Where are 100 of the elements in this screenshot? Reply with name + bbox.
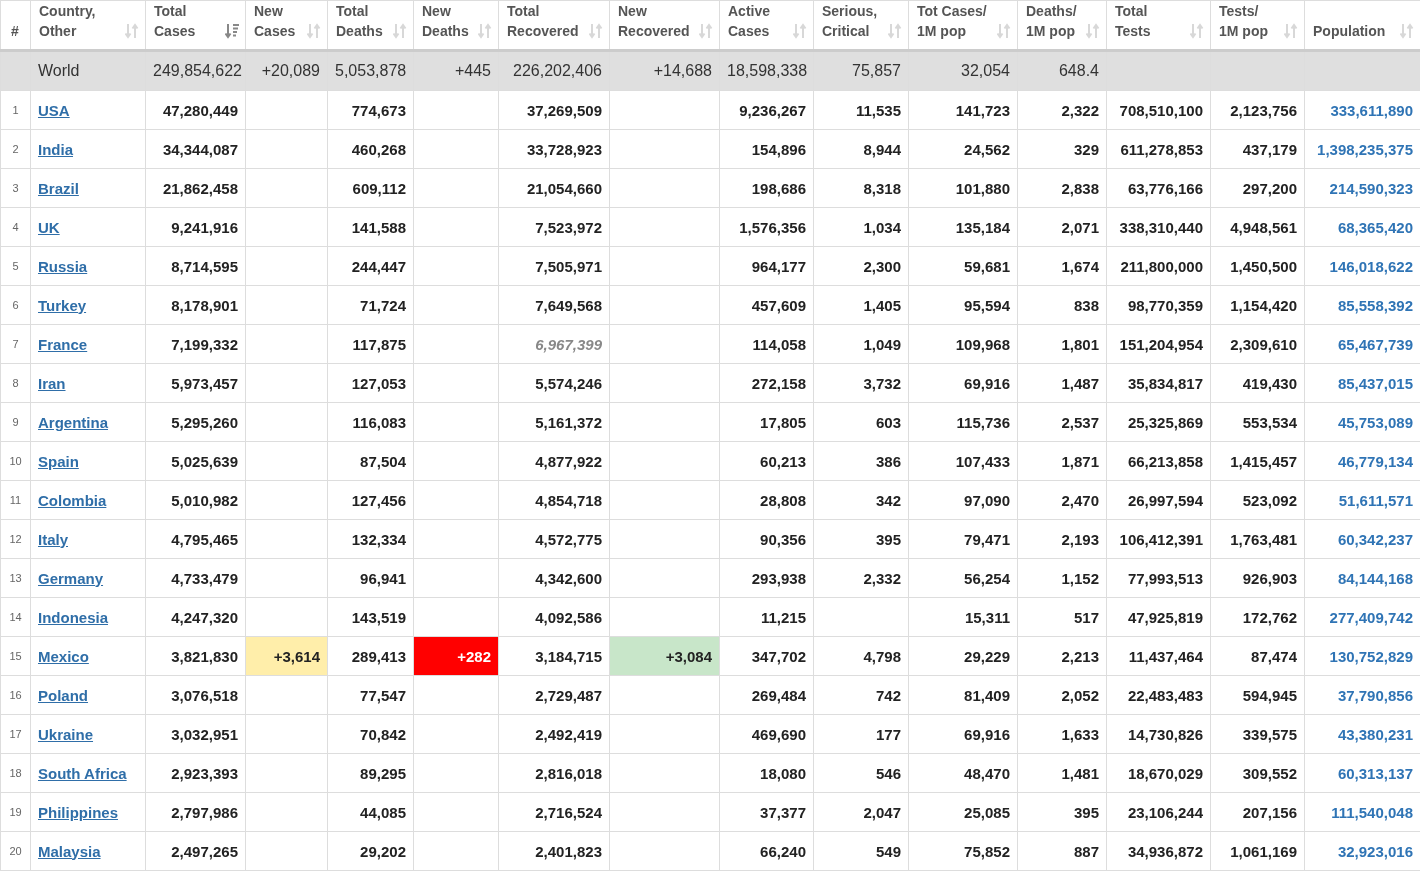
total-recovered-cell: 6,967,399	[535, 335, 602, 353]
deaths-per-million-cell: 2,322	[1061, 101, 1099, 119]
total-cases-cell: 34,344,087	[162, 140, 238, 158]
rank-cell: 2	[12, 143, 19, 155]
total-cases-cell: 4,795,465	[171, 530, 238, 548]
country-link[interactable]: Spain	[38, 452, 79, 470]
serious-critical-cell: 2,300	[863, 257, 901, 275]
total-deaths-cell: 77,547	[360, 686, 406, 704]
country-link[interactable]: Brazil	[38, 179, 79, 197]
total-tests-cell: 66,213,858	[1127, 452, 1203, 470]
cases-per-million-cell: 56,254	[964, 569, 1010, 587]
population-cell: 85,558,392	[1337, 296, 1413, 314]
sort-icon[interactable]	[1190, 23, 1204, 39]
tests-per-million-cell: 1,061,169	[1230, 842, 1297, 860]
sort-icon[interactable]	[793, 23, 807, 39]
new-cases-cell: +20,089	[261, 62, 320, 79]
sort-icon[interactable]	[1400, 23, 1414, 39]
country-link[interactable]: India	[38, 140, 73, 158]
cases-per-million-cell: 97,090	[964, 491, 1010, 509]
serious-critical-cell: 11,535	[855, 101, 901, 119]
deaths-per-million-cell: 2,838	[1061, 179, 1099, 197]
deaths-per-million-cell: 329	[1073, 140, 1099, 158]
rank-cell: 9	[12, 416, 19, 428]
new-recovered-cell: +14,688	[653, 62, 712, 79]
total-deaths-cell: 70,842	[360, 725, 406, 743]
rank-cell: 11	[9, 494, 22, 506]
country-link[interactable]: Turkey	[38, 296, 87, 314]
total-tests-cell: 26,997,594	[1127, 491, 1203, 509]
rank-cell: 12	[9, 533, 22, 545]
sort-icon[interactable]	[888, 23, 902, 39]
sort-icon[interactable]	[307, 23, 321, 39]
sort-icon[interactable]	[478, 23, 492, 39]
country-link[interactable]: Mexico	[38, 647, 89, 665]
total-deaths-cell: 609,112	[352, 179, 406, 197]
total-cases-cell: 5,973,457	[171, 374, 238, 392]
rank-cell: 8	[12, 377, 19, 389]
sort-icon[interactable]	[393, 23, 407, 39]
column-header-label: #	[11, 22, 19, 41]
population-cell: 68,365,420	[1337, 218, 1413, 236]
country-link[interactable]: USA	[38, 101, 70, 119]
column-header-label: Total Cases	[154, 2, 196, 41]
total-tests-cell: 11,437,464	[1128, 647, 1203, 665]
tests-per-million-cell: 419,430	[1242, 374, 1297, 392]
sort-icon[interactable]	[1284, 23, 1298, 39]
active-cases-cell: 18,080	[760, 764, 806, 782]
sort-icon[interactable]	[699, 23, 713, 39]
country-link[interactable]: Iran	[38, 374, 66, 392]
serious-critical-cell: 549	[875, 842, 901, 860]
sort-icon[interactable]	[225, 23, 239, 39]
country-link[interactable]: France	[38, 335, 88, 353]
rank-cell: 1	[12, 104, 19, 116]
rank-cell: 15	[9, 650, 22, 662]
serious-critical-cell: 4,798	[863, 647, 901, 665]
total-deaths-cell: 96,941	[360, 569, 406, 587]
sort-icon[interactable]	[589, 23, 603, 39]
country-link[interactable]: Poland	[38, 686, 88, 704]
population-cell: 60,342,237	[1337, 530, 1413, 548]
population-cell: 37,790,856	[1337, 686, 1413, 704]
total-cases-cell: 249,854,622	[153, 62, 242, 79]
active-cases-cell: 272,158	[751, 374, 806, 392]
population-cell: 43,380,231	[1337, 725, 1413, 743]
tests-per-million-cell: 309,552	[1242, 764, 1297, 782]
country-link[interactable]: UK	[38, 218, 60, 236]
total-deaths-cell: 460,268	[351, 140, 406, 158]
total-deaths-cell: 71,724	[360, 296, 406, 314]
sort-icon[interactable]	[997, 23, 1011, 39]
total-recovered-cell: 2,401,823	[535, 842, 602, 860]
sort-icon[interactable]	[1086, 23, 1100, 39]
cases-per-million-cell: 135,184	[955, 218, 1010, 236]
total-deaths-cell: 5,053,878	[335, 62, 407, 79]
cases-per-million-cell: 15,311	[964, 608, 1010, 626]
deaths-per-million-cell: 1,871	[1061, 452, 1099, 470]
total-cases-cell: 3,076,518	[171, 686, 238, 704]
rank-cell: 3	[12, 182, 19, 194]
active-cases-cell: 60,213	[760, 452, 806, 470]
column-header-label: Deaths/ 1M pop	[1026, 2, 1077, 41]
cases-per-million-cell: 95,594	[964, 296, 1010, 314]
tests-per-million-cell: 523,092	[1242, 491, 1297, 509]
deaths-per-million-cell: 648.4	[1058, 62, 1099, 79]
total-cases-cell: 2,797,986	[171, 803, 238, 821]
active-cases-cell: 1,576,356	[739, 218, 806, 236]
sort-icon[interactable]	[125, 23, 139, 39]
cases-per-million-cell: 75,852	[964, 842, 1010, 860]
country-link[interactable]: Russia	[38, 257, 88, 275]
total-cases-cell: 8,714,595	[171, 257, 238, 275]
tests-per-million-cell: 87,474	[1251, 647, 1297, 665]
country-link[interactable]: Italy	[38, 530, 68, 548]
total-deaths-cell: 89,295	[360, 764, 406, 782]
total-deaths-cell: 141,588	[351, 218, 406, 236]
rank-cell: 19	[9, 806, 22, 818]
total-tests-cell: 22,483,483	[1127, 686, 1203, 704]
total-recovered-cell: 7,505,971	[535, 257, 602, 275]
serious-critical-cell: 8,318	[863, 179, 901, 197]
total-tests-cell: 63,776,166	[1127, 179, 1203, 197]
column-header-label: Active Cases	[728, 2, 771, 41]
total-recovered-cell: 33,728,923	[526, 140, 602, 158]
total-deaths-cell: 244,447	[351, 257, 406, 275]
total-tests-cell: 35,834,817	[1127, 374, 1203, 392]
total-recovered-cell: 4,572,775	[535, 530, 602, 548]
tests-per-million-cell: 4,948,561	[1230, 218, 1297, 236]
